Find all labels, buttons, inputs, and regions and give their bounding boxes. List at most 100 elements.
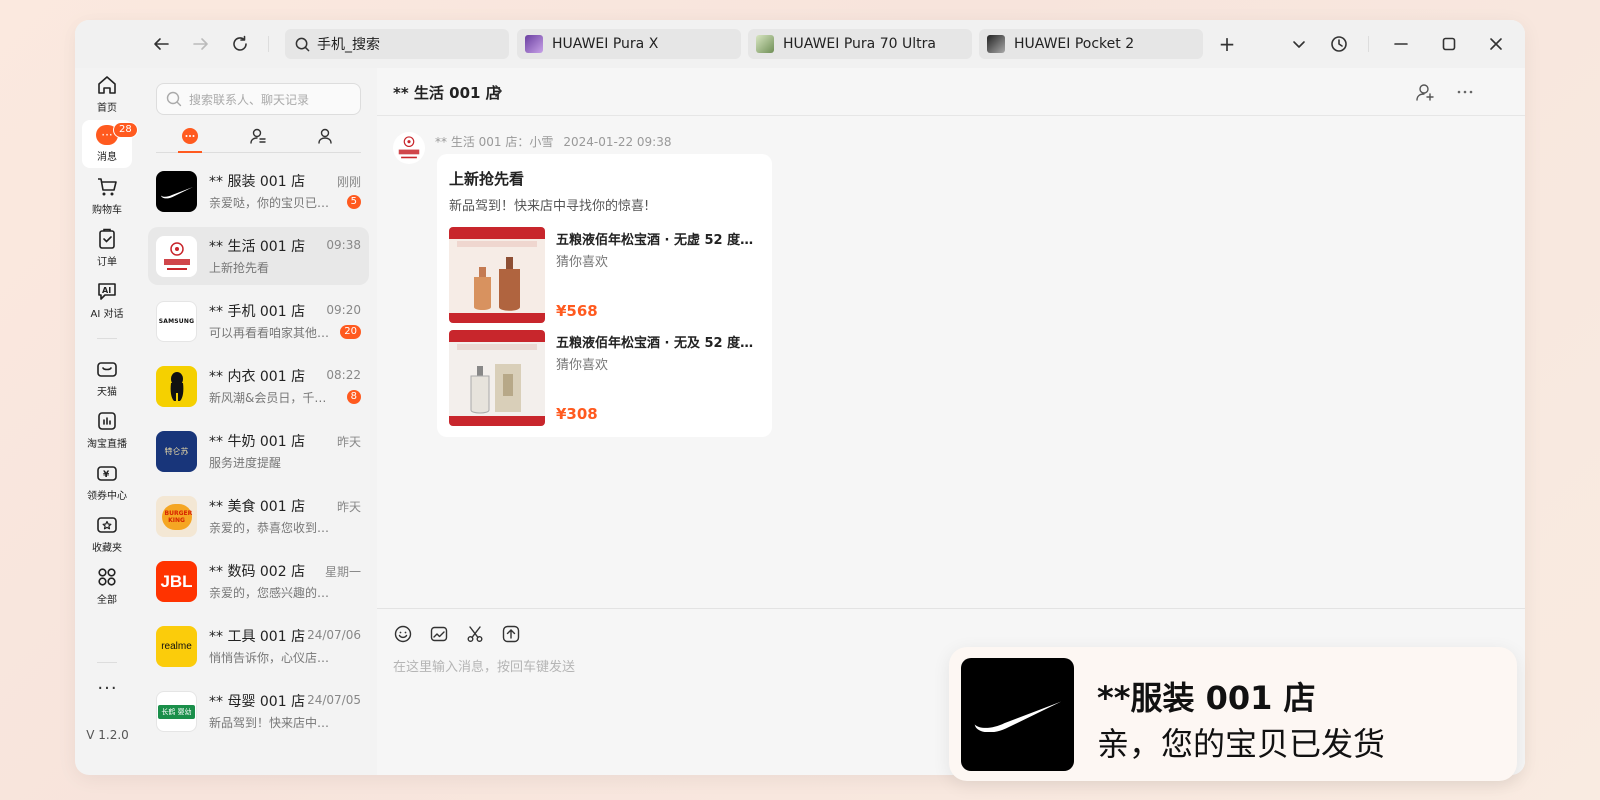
conversation-name: ** 数码 002 店 [209,564,306,580]
nav-item-messages[interactable]: ··· 28 消息 [82,120,138,168]
conversation-item[interactable]: JBL ** 数码 002 店 星期一 亲爱的，您感兴趣的宝贝降价了 [148,552,369,610]
upload-icon [502,625,520,643]
toast-text: 亲，您的宝贝已发货 [1097,725,1386,763]
conversation-item[interactable]: 长鹤 婴幼 ** 母婴 001 店 24/07/05 新品驾到！快来店中寻找惊喜 [148,682,369,740]
conversation-item[interactable]: 特仑苏 ** 牛奶 001 店 昨天 服务进度提醒 [148,422,369,480]
search-icon [166,91,182,107]
conversation-name: ** 手机 001 店 [209,304,306,320]
browser-tab-pura-x[interactable]: HUAWEI Pura X [517,29,741,59]
product-tag: 猜你喜欢 [556,358,609,373]
burger-icon: BURGER KING [161,503,192,530]
side-nav: 首页 ··· 28 消息 购物车 订单 AI AI 对话 天猫 淘宝直播 ¥ 领… [75,68,140,775]
new-tab-button[interactable]: + [1213,30,1241,58]
browser-tab-pocket-2[interactable]: HUAWEI Pocket 2 [979,29,1203,59]
tab-label: HUAWEI Pocket 2 [1014,36,1135,52]
realme-logo-text: realme [161,641,192,652]
nav-item-orders[interactable]: 订单 [82,224,132,272]
tab-thumbnail-icon [756,35,774,53]
card-subtitle: 新品驾到！快来店中寻找你的惊喜! [449,199,650,214]
tab-groups[interactable] [314,125,336,147]
conversation-preview: 新品驾到！快来店中寻找惊喜 [209,716,334,730]
tab-dropdown-button[interactable] [1285,30,1313,58]
unread-badge: 5 [346,195,361,209]
emoji-icon [394,625,412,643]
product-name: 五粮液佰年松宝酒 · 无及 52 度浓香型白酒 [556,336,760,351]
nav-item-home[interactable]: 首页 [82,70,132,118]
toast-title: **服装 001 店 [1097,679,1316,717]
chat-more-button[interactable] [1453,80,1477,104]
nav-item-all[interactable]: 全部 [82,562,132,610]
screenshot-button[interactable] [465,624,485,644]
close-button[interactable] [1482,30,1510,58]
product-item[interactable]: 五粮液佰年松宝酒 · 无及 52 度浓香型白酒 猜你喜欢 ¥308 [449,330,760,426]
refresh-button[interactable] [226,30,254,58]
conversation-list-panel: 搜索联系人、聊天记录 ** 服装 001 店 刚刚 亲爱哒，你的宝贝已发货 5 [140,68,377,775]
emoji-button[interactable] [393,624,413,644]
url-search-text: 手机_搜索 [317,37,380,53]
liquor-bottle-image [449,227,545,323]
maximize-button[interactable] [1435,30,1463,58]
nav-item-cart[interactable]: 购物车 [82,172,132,220]
nav-item-ai-chat[interactable]: AI AI 对话 [82,276,132,324]
jbl-logo-avatar: JBL [156,561,197,602]
toast-nike-logo [961,658,1074,771]
liquor-box-image [449,330,545,426]
conversation-time: 昨天 [336,435,361,449]
wuliangye-logo-icon [163,241,190,270]
tab-thumbnail-icon [525,35,543,53]
chat-bubble-icon [182,128,198,144]
product-price: ¥568 [556,302,598,320]
browser-tab-pura-70-ultra[interactable]: HUAWEI Pura 70 Ultra [748,29,972,59]
contact-search-input[interactable]: 搜索联系人、聊天记录 [156,83,361,115]
conversation-preview: 亲爱哒，你的宝贝已发货 [209,196,334,210]
svg-text:AI: AI [102,286,111,295]
image-button[interactable] [429,624,449,644]
notification-toast[interactable]: **服装 001 店 亲，您的宝贝已发货 [949,647,1517,781]
conversation-preview: 亲爱的，您感兴趣的宝贝降价了 [209,586,334,600]
url-search-bar[interactable]: 手机_搜索 [285,29,509,59]
conversation-item[interactable]: ** 服装 001 店 刚刚 亲爱哒，你的宝贝已发货 5 [148,162,369,220]
banana-figure-icon [170,371,183,401]
back-button[interactable] [147,30,175,58]
tab-messages[interactable] [179,125,201,147]
conversation-item[interactable]: ** 生活 001 店 09:38 上新抢先看 [148,227,369,285]
svg-text:¥: ¥ [103,470,110,480]
home-icon [98,76,116,94]
chat-title[interactable]: ** 生活 001 店 [393,82,501,103]
tab-contacts[interactable] [247,125,269,147]
product-price: ¥308 [556,405,598,423]
sender-avatar[interactable] [393,132,425,164]
upload-button[interactable] [501,624,521,644]
add-contact-button[interactable] [1413,80,1437,104]
nav-item-tmall[interactable]: 天猫 [82,354,132,402]
minimize-button[interactable] [1387,30,1415,58]
promo-card[interactable]: 上新抢先看 新品驾到！快来店中寻找你的惊喜! 五粮液佰年松宝酒 · 无虚 52 … [437,154,772,437]
message-input[interactable]: 在这里输入消息，按回车键发送 [393,656,575,675]
burgerking-logo-avatar: BURGER KING [156,496,197,537]
conversation-item[interactable]: ** 内衣 001 店 08:22 新风潮&会员日，千元好礼 8 [148,357,369,415]
nav-item-coupons[interactable]: ¥ 领券中心 [82,458,132,506]
coupon-icon: ¥ [97,466,117,481]
realme-logo-avatar: realme [156,626,197,667]
forward-button[interactable] [187,30,215,58]
chevron-right-icon[interactable] [493,83,503,99]
conversation-item[interactable]: BURGER KING ** 美食 001 店 昨天 亲爱的，恭喜您收到我店优惠… [148,487,369,545]
nav-label: AI 对话 [90,309,124,320]
message-meta: ** 生活 001 店：小雪 2024-01-22 09:38 [435,133,672,150]
more-button[interactable]: ··· [75,678,140,699]
product-item[interactable]: 五粮液佰年松宝酒 · 无虚 52 度浓香型白酒 猜你喜欢 ¥568 [449,227,760,323]
titlebar-divider [1368,36,1369,52]
favorites-icon [97,517,117,533]
conversation-name: ** 生活 001 店 [209,239,306,255]
close-icon [1490,38,1502,50]
product-tag: 猜你喜欢 [556,255,609,270]
nav-item-favorites[interactable]: 收藏夹 [82,510,132,558]
nav-item-live[interactable]: 淘宝直播 [82,406,132,454]
message-timestamp: 2024-01-22 09:38 [563,135,672,149]
history-button[interactable] [1325,30,1353,58]
conversation-item[interactable]: realme ** 工具 001 店 24/07/06 悄悄告诉你，心仪店铺上新… [148,617,369,675]
scissors-icon [467,626,483,642]
unread-badge: 20 [340,325,361,339]
conversation-name: ** 内衣 001 店 [209,369,306,385]
conversation-item[interactable]: SAMSUNG ** 手机 001 店 09:20 可以再看看咱家其他款式 20 [148,292,369,350]
